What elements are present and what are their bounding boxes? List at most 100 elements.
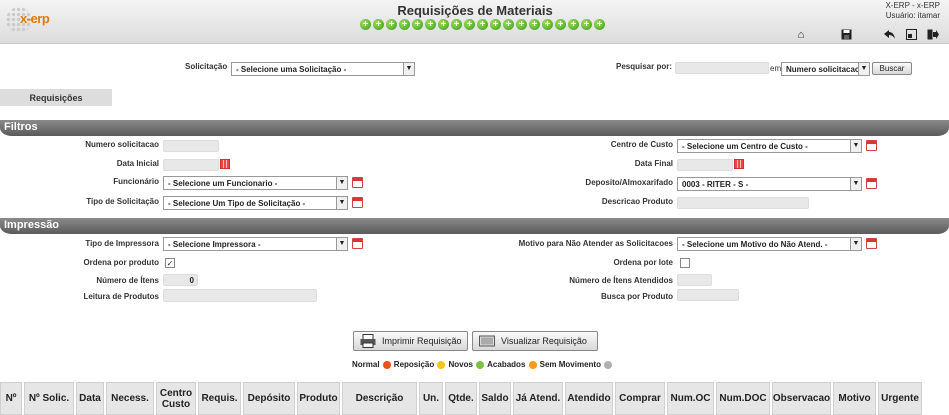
table-column-header[interactable]: Motivo xyxy=(833,382,876,415)
window-icon[interactable] xyxy=(905,29,917,41)
imprimir-button[interactable]: Imprimir Requisição xyxy=(353,331,468,351)
table-column-header[interactable]: Centro Custo xyxy=(156,382,196,415)
funcionario-select[interactable]: - Selecione um Funcionario - ▼ xyxy=(163,176,348,190)
add-plus-icon[interactable]: + xyxy=(425,19,436,30)
back-icon[interactable] xyxy=(884,29,896,41)
clear-icon[interactable] xyxy=(352,197,363,208)
table-column-header[interactable]: Comprar xyxy=(615,382,665,415)
descricao-produto-label: Descricao Produto xyxy=(601,197,673,206)
tab-label: Requisições xyxy=(29,93,83,103)
add-plus-icon[interactable]: + xyxy=(464,19,475,30)
solicitacao-label: Solicitação xyxy=(185,62,228,71)
motivo-label: Motivo para Não Atender as Solicitacoes xyxy=(518,239,673,248)
data-final-input[interactable] xyxy=(677,159,733,171)
ordena-produto-label: Ordena por produto xyxy=(83,258,159,267)
tab-requisicoes[interactable]: Requisições xyxy=(0,89,112,106)
save-icon[interactable] xyxy=(840,29,852,41)
clear-icon[interactable] xyxy=(352,177,363,188)
centro-custo-select[interactable]: - Selecione um Centro de Custo - ▼ xyxy=(677,139,862,153)
chevron-down-icon: ▼ xyxy=(336,197,347,209)
add-plus-icon[interactable]: + xyxy=(360,19,371,30)
table-column-header[interactable]: Urgente xyxy=(878,382,922,415)
logo-text: x-erp xyxy=(20,11,50,26)
clear-icon[interactable] xyxy=(866,238,877,249)
clear-icon[interactable] xyxy=(866,178,877,189)
leitura-produtos-input[interactable] xyxy=(163,289,317,302)
table-column-header[interactable]: Num.OC xyxy=(667,382,714,415)
xerp-logo: x-erp xyxy=(6,3,52,37)
buscar-button[interactable]: Buscar xyxy=(872,62,912,75)
add-plus-icon[interactable]: + xyxy=(542,19,553,30)
deposito-select[interactable]: 0003 - RITER - S - ▼ xyxy=(677,177,862,191)
clear-icon[interactable] xyxy=(352,238,363,249)
chevron-down-icon: ▼ xyxy=(403,63,414,75)
add-plus-icon[interactable]: + xyxy=(412,19,423,30)
table-column-header[interactable]: Observacao xyxy=(772,382,831,415)
table-column-header[interactable]: Un. xyxy=(419,382,443,415)
centro-custo-select-value: - Selecione um Centro de Custo - xyxy=(682,142,808,151)
add-plus-icon[interactable]: + xyxy=(477,19,488,30)
page-title: Requisições de Materiais xyxy=(397,3,553,18)
app-user-text: X-ERP - x-ERP xyxy=(885,1,940,10)
imprimir-label: Imprimir Requisição xyxy=(382,336,462,346)
add-plus-icon[interactable]: + xyxy=(594,19,605,30)
numero-solicitacao-label: Numero solicitacao xyxy=(85,140,159,149)
add-plus-icon[interactable]: + xyxy=(529,19,540,30)
numero-solicitacao-input[interactable] xyxy=(163,140,219,152)
table-column-header[interactable]: Produto xyxy=(297,382,340,415)
table-column-header[interactable]: Nº Solic. xyxy=(24,382,74,415)
numero-itens-atendidos-value xyxy=(677,274,712,286)
chevron-down-icon: ▼ xyxy=(850,238,861,250)
add-plus-icon[interactable]: + xyxy=(399,19,410,30)
table-column-header[interactable]: Saldo xyxy=(479,382,511,415)
tipo-impressora-select-value: - Selecione Impressora - xyxy=(168,240,261,249)
home-icon[interactable]: ⌂ xyxy=(795,29,807,41)
ordena-lote-checkbox[interactable] xyxy=(680,258,690,268)
add-plus-icon[interactable]: + xyxy=(451,19,462,30)
calendar-icon[interactable] xyxy=(734,159,744,169)
table-column-header[interactable]: Requis. xyxy=(198,382,241,415)
pesquisar-input[interactable] xyxy=(675,62,769,74)
tipo-impressora-label: Tipo de Impressora xyxy=(85,239,159,248)
pesquisar-field-select[interactable]: Numero solicitacao ▼ xyxy=(781,62,870,76)
calendar-icon[interactable] xyxy=(220,159,230,169)
table-column-header[interactable]: Depósito xyxy=(243,382,295,415)
tipo-impressora-select[interactable]: - Selecione Impressora - ▼ xyxy=(163,237,348,251)
legend-dot-icon xyxy=(604,360,613,369)
data-inicial-label: Data Inicial xyxy=(116,159,159,168)
add-plus-icon[interactable]: + xyxy=(373,19,384,30)
table-column-header[interactable]: Já Atend. xyxy=(513,382,563,415)
add-plus-icon[interactable]: + xyxy=(555,19,566,30)
add-plus-icon[interactable]: + xyxy=(581,19,592,30)
add-plus-icon[interactable]: + xyxy=(516,19,527,30)
solicitacao-select[interactable]: - Selecione uma Solicitação - ▼ xyxy=(231,62,415,76)
add-plus-icon[interactable]: + xyxy=(438,19,449,30)
deposito-select-value: 0003 - RITER - S - xyxy=(682,180,749,189)
tipo-solicitacao-select[interactable]: - Selecione Um Tipo de Solicitação - ▼ xyxy=(163,196,348,210)
busca-produto-label: Busca por Produto xyxy=(600,292,673,301)
table-column-header[interactable]: Nº xyxy=(0,382,22,415)
motivo-select[interactable]: - Selecione um Motivo do Não Atend. - ▼ xyxy=(677,237,862,251)
ordena-produto-checkbox[interactable]: ✓ xyxy=(165,258,175,268)
clear-icon[interactable] xyxy=(866,140,877,151)
table-column-header[interactable]: Data xyxy=(76,382,104,415)
add-plus-icon[interactable]: + xyxy=(490,19,501,30)
descricao-produto-input[interactable] xyxy=(677,197,809,209)
user-label: Usuário: itamar xyxy=(885,11,940,20)
exit-icon[interactable] xyxy=(927,29,939,41)
data-final-label: Data Final xyxy=(634,159,673,168)
add-plus-icon[interactable]: + xyxy=(503,19,514,30)
table-column-header[interactable]: Qtde. xyxy=(445,382,477,415)
table-column-header[interactable]: Atendido xyxy=(565,382,613,415)
busca-produto-input[interactable] xyxy=(677,289,739,301)
table-column-header[interactable]: Num.DOC xyxy=(716,382,770,415)
add-plus-icon[interactable]: + xyxy=(386,19,397,30)
visualizar-button[interactable]: Visualizar Requisição xyxy=(472,331,598,351)
data-inicial-input[interactable] xyxy=(163,159,219,171)
table-column-header[interactable]: Descrição xyxy=(342,382,417,415)
add-plus-icon[interactable]: + xyxy=(568,19,579,30)
requisicoes-table-header: Nº Nº Solic. Data Necess. Centro Custo Requis… xyxy=(0,382,949,415)
chevron-down-icon: ▼ xyxy=(336,177,347,189)
table-column-header[interactable]: Necess. xyxy=(106,382,154,415)
numero-itens-label: Número de Ítens xyxy=(96,276,159,285)
